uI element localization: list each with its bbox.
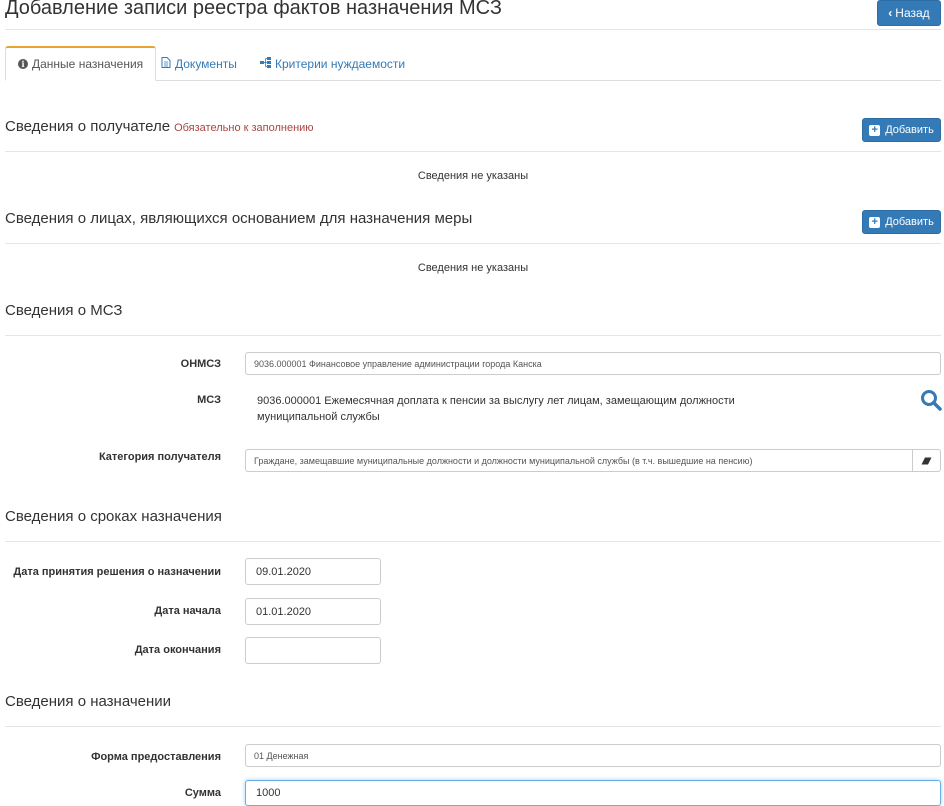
tab-assignment-data[interactable]: i Данные назначения xyxy=(5,46,157,81)
eraser-icon xyxy=(921,452,932,470)
decision-date-label: Дата принятия решения о назначении xyxy=(13,566,221,578)
divider xyxy=(5,151,941,152)
tab-need-criteria[interactable]: Критерии нуждаемости xyxy=(248,46,417,81)
divider xyxy=(5,29,941,30)
add-button-label: Добавить xyxy=(885,216,934,228)
tab-label: Данные назначения xyxy=(32,57,144,71)
info-circle-icon: i xyxy=(18,58,28,70)
recipient-section-title: Сведения о получателе Обязательно к запол… xyxy=(5,118,314,135)
clear-category-button[interactable] xyxy=(912,449,941,472)
add-button-label: Добавить xyxy=(885,124,934,136)
msz-value: 9036.000001 Ежемесячная доплата к пенсии… xyxy=(257,395,735,423)
msz-section-title: Сведения о МСЗ xyxy=(5,302,123,319)
onmsz-label: ОНМСЗ xyxy=(180,358,221,370)
document-icon xyxy=(161,56,171,71)
start-date-field[interactable]: 01.01.2020 xyxy=(245,598,381,625)
search-icon[interactable] xyxy=(920,389,942,411)
add-recipient-button[interactable]: + Добавить xyxy=(862,118,941,142)
start-date-label: Дата начала xyxy=(154,605,221,617)
category-label: Категория получателя xyxy=(98,451,221,463)
divider xyxy=(5,335,941,336)
sum-label: Сумма xyxy=(184,787,221,799)
sum-field[interactable]: 1000 xyxy=(245,780,941,806)
add-person-button[interactable]: + Добавить xyxy=(862,210,941,234)
sitemap-icon xyxy=(260,56,271,71)
section-title-text: Сведения о получателе xyxy=(5,118,171,135)
recipient-empty-message: Сведения не указаны xyxy=(417,170,529,182)
persons-section-title: Сведения о лицах, являющихся основанием … xyxy=(5,210,473,227)
back-button-label: Назад xyxy=(895,6,930,20)
tab-label: Документы xyxy=(175,56,237,71)
msz-label: МСЗ xyxy=(197,394,221,406)
persons-empty-message: Сведения не указаны xyxy=(417,262,529,274)
form-field[interactable]: 01 Денежная xyxy=(245,744,941,767)
chevron-left-icon: ‹ xyxy=(888,6,893,20)
assignment-section-title: Сведения о назначении xyxy=(5,693,172,710)
terms-section-title: Сведения о сроках назначения xyxy=(5,508,222,525)
category-field[interactable]: Граждане, замещавшие муниципальные должн… xyxy=(245,449,913,472)
tab-label: Критерии нуждаемости xyxy=(275,56,406,71)
form-label: Форма предоставления xyxy=(91,751,221,763)
decision-date-field[interactable]: 09.01.2020 xyxy=(245,558,381,585)
page-title: Добавление записи реестра фактов назначе… xyxy=(5,0,502,19)
divider xyxy=(5,243,941,244)
back-button[interactable]: ‹ Назад xyxy=(877,0,941,26)
required-note: Обязательно к заполнению xyxy=(174,122,314,134)
onmsz-field[interactable]: 9036.000001 Финансовое управление админи… xyxy=(245,352,941,375)
divider xyxy=(5,726,941,727)
plus-square-icon: + xyxy=(869,216,881,228)
plus-square-icon: + xyxy=(869,124,881,136)
end-date-label: Дата окончания xyxy=(134,644,221,656)
divider xyxy=(5,541,941,542)
end-date-field[interactable] xyxy=(245,637,381,664)
tab-documents[interactable]: Документы xyxy=(149,46,249,81)
